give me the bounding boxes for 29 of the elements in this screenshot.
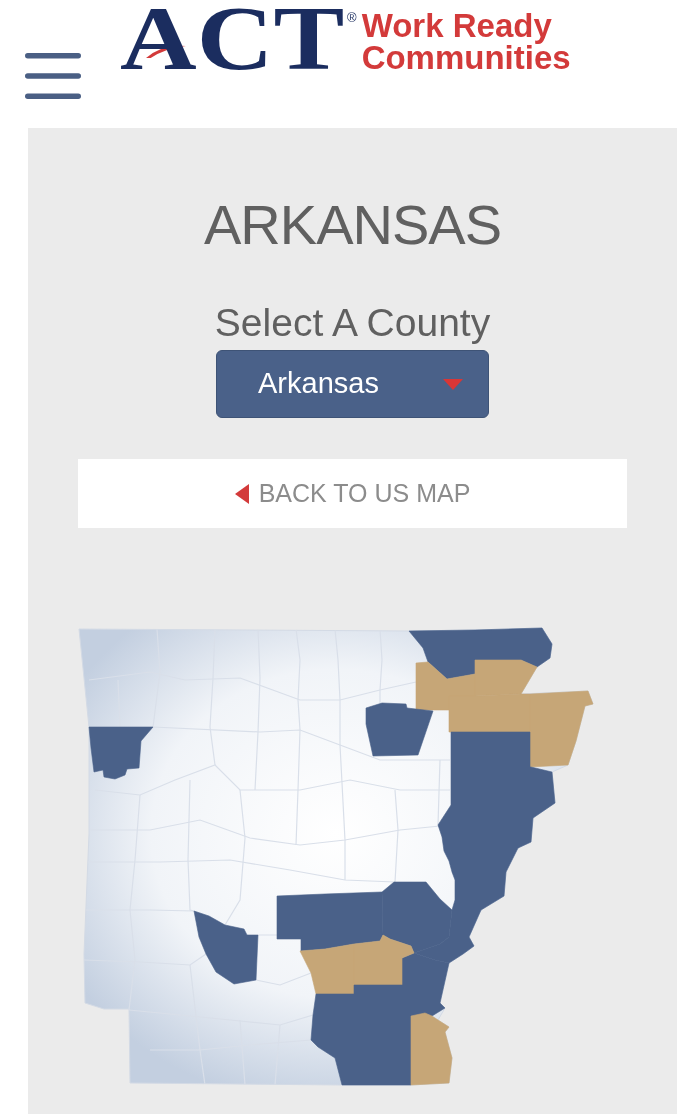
county-shape[interactable] [353, 1033, 412, 1086]
county-shape[interactable] [437, 804, 519, 838]
county-shape[interactable] [193, 910, 259, 985]
county-shape[interactable] [448, 871, 507, 938]
logo-tagline: Work Ready Communities [361, 10, 572, 74]
county-shape[interactable] [353, 934, 415, 986]
county-shape[interactable] [299, 943, 355, 995]
left-triangle-icon [234, 483, 249, 504]
registered-mark: ® [347, 11, 357, 24]
county-shape[interactable] [506, 766, 556, 849]
county-select-label: Select A County [214, 300, 491, 346]
caret-icon [443, 378, 463, 390]
county-shape[interactable] [474, 659, 538, 697]
county-shape[interactable] [410, 1012, 453, 1086]
county-shape[interactable] [474, 627, 553, 668]
county-shape[interactable] [448, 693, 531, 733]
state-title: ARKANSAS [204, 197, 501, 253]
county-shape[interactable] [88, 726, 154, 780]
county-shape[interactable] [415, 661, 476, 711]
county-shape[interactable] [408, 629, 476, 680]
county-select[interactable]: Arkansas [216, 350, 489, 418]
county-shape[interactable] [381, 881, 453, 954]
menu-icon[interactable] [25, 53, 81, 99]
county-shape[interactable] [401, 952, 450, 1017]
county-shape[interactable] [365, 702, 434, 757]
county-shape[interactable] [310, 993, 355, 1086]
county-shape[interactable] [413, 936, 475, 964]
back-button[interactable]: BACK TO US MAP [78, 459, 627, 528]
county-shape[interactable] [276, 893, 326, 952]
